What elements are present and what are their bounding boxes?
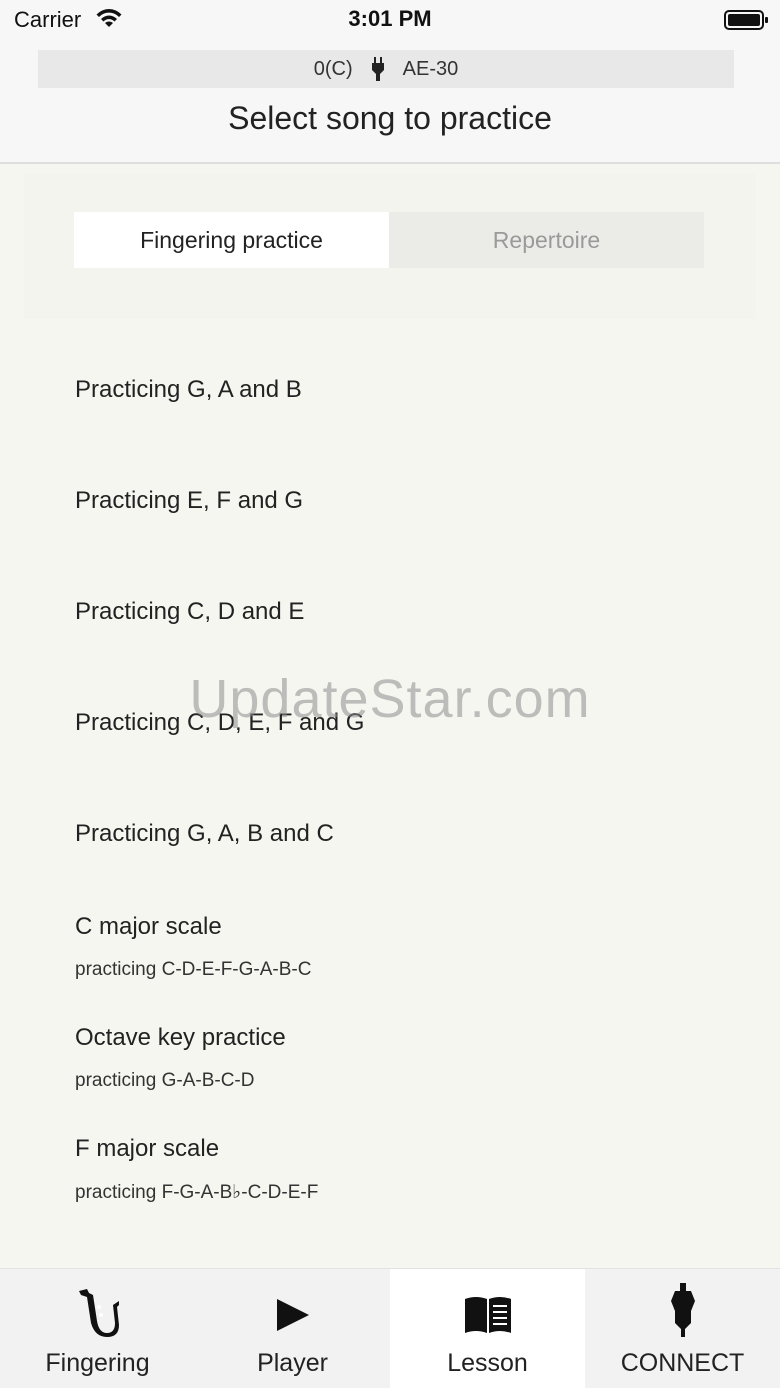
list-item[interactable]: F major scale practicing F-G-A-B♭-C-D-E-… xyxy=(0,1111,780,1222)
song-title: Octave key practice xyxy=(75,1024,286,1051)
tab-connect[interactable]: CONNECT xyxy=(585,1269,780,1388)
bottom-tab-bar: Fingering Player Lesson CONNECT xyxy=(0,1268,780,1388)
song-title: Practicing G, A and B xyxy=(75,376,302,403)
navigation-header: 0(C) AE-30 Select song to practice xyxy=(0,40,780,164)
plug-icon xyxy=(371,57,384,81)
tab-label: Lesson xyxy=(447,1349,528,1377)
song-title: C major scale xyxy=(75,913,222,940)
segment-fingering-practice[interactable]: Fingering practice xyxy=(74,212,389,268)
practice-type-segmented-control: Fingering practice Repertoire xyxy=(74,212,704,268)
battery-icon xyxy=(724,10,768,30)
list-item[interactable]: Octave key practice practicing G-A-B-C-D xyxy=(0,1000,780,1111)
page-title: Select song to practice xyxy=(228,100,552,136)
segment-repertoire[interactable]: Repertoire xyxy=(389,212,704,268)
tab-label: Fingering xyxy=(45,1349,150,1377)
play-icon xyxy=(276,1299,309,1331)
song-subtitle: practicing C-D-E-F-G-A-B-C xyxy=(75,959,312,980)
list-item[interactable]: Practicing G, A and B xyxy=(0,334,780,445)
tab-player[interactable]: Player xyxy=(195,1269,390,1388)
song-subtitle: practicing F-G-A-B♭-C-D-E-F xyxy=(75,1182,319,1203)
saxophone-icon xyxy=(78,1289,119,1337)
song-list: Practicing G, A and B Practicing E, F an… xyxy=(0,334,780,1222)
song-selection-panel: Fingering practice Repertoire Practicing… xyxy=(0,164,780,1268)
status-time: 3:01 PM xyxy=(348,6,432,31)
song-subtitle: practicing G-A-B-C-D xyxy=(75,1070,255,1091)
song-title: Practicing E, F and G xyxy=(75,487,304,514)
song-title: Practicing C, D and E xyxy=(75,598,305,625)
plug-icon xyxy=(670,1283,695,1337)
tab-label: Player xyxy=(257,1349,328,1377)
watermark-text: UpdateStar.com xyxy=(189,669,591,729)
tab-label: CONNECT xyxy=(620,1349,745,1377)
device-connection-bar[interactable]: 0(C) AE-30 xyxy=(38,50,734,88)
list-item[interactable]: Practicing C, D and E xyxy=(0,556,780,667)
device-name-label: AE-30 xyxy=(402,57,459,80)
transpose-key-label: 0(C) xyxy=(313,57,353,80)
list-item[interactable]: Practicing E, F and G xyxy=(0,445,780,556)
list-item[interactable]: C major scale practicing C-D-E-F-G-A-B-C xyxy=(0,889,780,1000)
book-icon xyxy=(464,1297,511,1333)
song-title: Practicing G, A, B and C xyxy=(75,820,334,847)
list-item[interactable]: Practicing G, A, B and C xyxy=(0,778,780,889)
tab-fingering[interactable]: Fingering xyxy=(0,1269,195,1388)
song-title: F major scale xyxy=(75,1135,220,1162)
tab-lesson[interactable]: Lesson xyxy=(390,1269,585,1388)
status-bar: Carrier 3:01 PM xyxy=(0,0,780,40)
